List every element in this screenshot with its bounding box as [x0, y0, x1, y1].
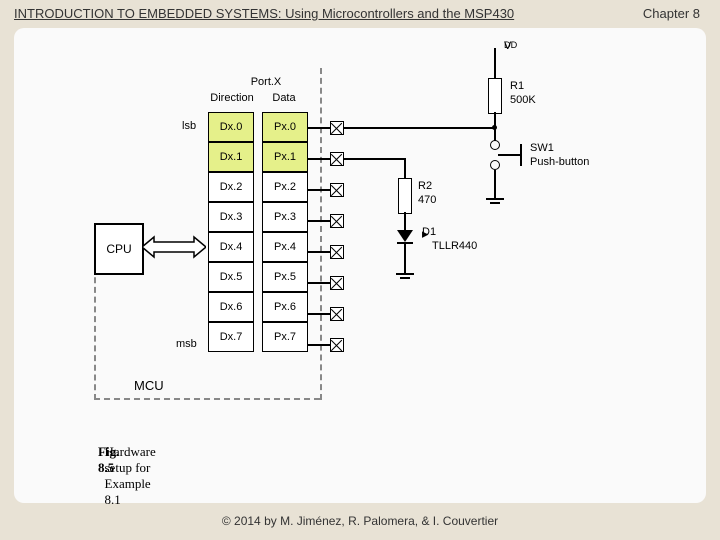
gnd-led [396, 273, 414, 283]
pin-0 [330, 121, 344, 135]
data-3: Px.3 [262, 202, 308, 232]
dir-6: Dx.6 [208, 292, 254, 322]
pin-6 [330, 307, 344, 321]
stub-7 [308, 344, 330, 346]
stub-1 [308, 158, 330, 160]
dir-col: Dx.0 Dx.1 Dx.2 Dx.3 Dx.4 Dx.5 Dx.6 Dx.7 [208, 112, 254, 352]
d1-part: TLLR440 [432, 240, 477, 252]
cpu-bus-arrow [142, 233, 206, 261]
stub-6 [308, 313, 330, 315]
data-col: Px.0 Px.1 Px.2 Px.3 Px.4 Px.5 Px.6 Px.7 [262, 112, 308, 352]
chapter-label: Chapter 8 [643, 6, 700, 21]
dir-2: Dx.2 [208, 172, 254, 202]
mcu-label: MCU [134, 378, 164, 393]
wire-sw-top [494, 127, 496, 141]
stub-2 [308, 189, 330, 191]
wire-vdd [494, 48, 496, 78]
sw-actuator-h [498, 154, 520, 156]
dir-1: Dx.1 [208, 142, 254, 172]
wire-d1-bot [404, 243, 406, 273]
pin-2 [330, 183, 344, 197]
mcu-boundary-bottom [94, 398, 320, 400]
data-7: Px.7 [262, 322, 308, 352]
col-data: Data [262, 92, 306, 104]
data-0: Px.0 [262, 112, 308, 142]
wire-sw-bot [494, 170, 496, 198]
dir-7: Dx.7 [208, 322, 254, 352]
col-direction: Direction [202, 92, 262, 104]
port-header: Port.X [236, 76, 296, 88]
figure-diagram: CPU Port.X Direction Data lsb msb MCU Dx… [94, 68, 634, 468]
cpu-block: CPU [94, 223, 144, 275]
data-2: Px.2 [262, 172, 308, 202]
r1-value: 500K [510, 94, 536, 106]
r2-resistor [398, 178, 412, 214]
sw1-desc: Push-button [530, 156, 589, 168]
wire-px1-v [404, 158, 406, 178]
stub-5 [308, 282, 330, 284]
stub-0 [308, 127, 330, 129]
r1-label: R1 [510, 80, 524, 92]
pin-7 [330, 338, 344, 352]
pin-1 [330, 152, 344, 166]
dir-4: Dx.4 [208, 232, 254, 262]
led-d1 [397, 230, 413, 242]
slide-content: CPU Port.X Direction Data lsb msb MCU Dx… [14, 28, 706, 503]
page-title: INTRODUCTION TO EMBEDDED SYSTEMS: Using … [14, 6, 514, 21]
wire-r1-bot [494, 112, 496, 128]
mcu-boundary-right [320, 68, 322, 400]
dir-5: Dx.5 [208, 262, 254, 292]
lsb-label: lsb [182, 120, 196, 132]
pin-4 [330, 245, 344, 259]
sw-contact-bot [490, 160, 500, 170]
wire-px0 [344, 127, 494, 129]
data-5: Px.5 [262, 262, 308, 292]
copyright: © 2014 by M. Jiménez, R. Palomera, & I. … [0, 514, 720, 528]
data-1: Px.1 [262, 142, 308, 172]
dir-0: Dx.0 [208, 112, 254, 142]
gnd-sw [486, 198, 504, 208]
data-4: Px.4 [262, 232, 308, 262]
stub-3 [308, 220, 330, 222]
msb-label: msb [176, 338, 197, 350]
sw1-label: SW1 [530, 142, 554, 154]
data-6: Px.6 [262, 292, 308, 322]
sw-contact-top [490, 140, 500, 150]
wire-px1 [344, 158, 404, 160]
wire-r2-bot [404, 212, 406, 230]
r2-label: R2 [418, 180, 432, 192]
r1-resistor [488, 78, 502, 114]
pin-5 [330, 276, 344, 290]
figure-caption: Fig. 8.5 Hardware setup for Example 8.1 [98, 444, 105, 460]
r2-value: 470 [418, 194, 436, 206]
stub-4 [308, 251, 330, 253]
sw-actuator-v [520, 144, 522, 166]
pin-3 [330, 214, 344, 228]
dir-3: Dx.3 [208, 202, 254, 232]
